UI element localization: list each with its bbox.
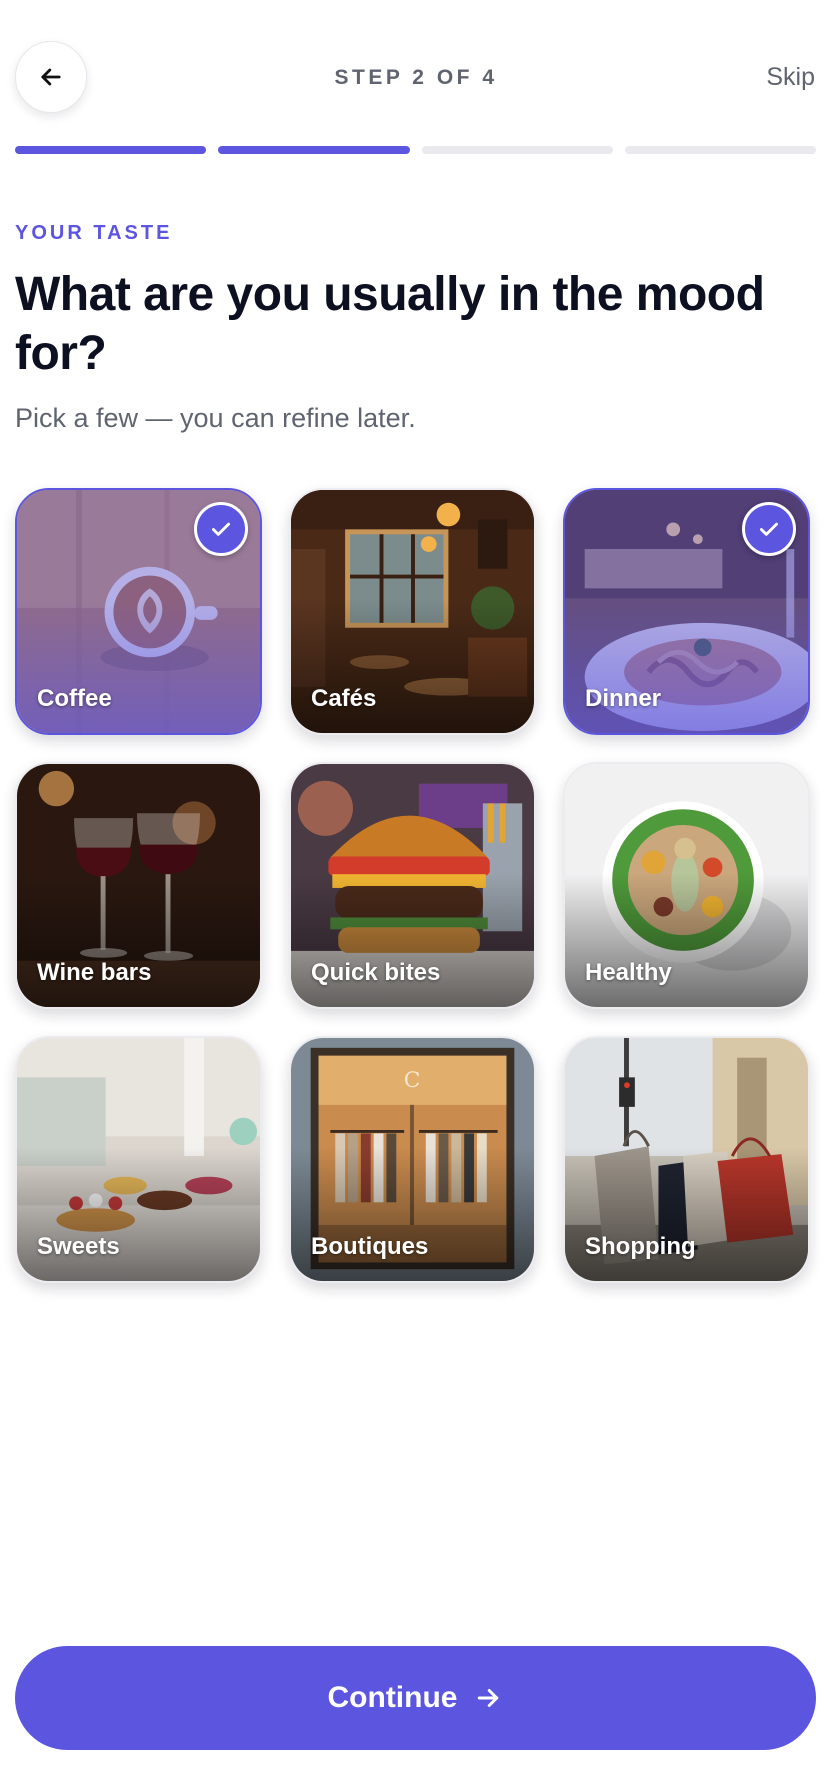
category-label: Coffee bbox=[37, 685, 112, 712]
category-label: Healthy bbox=[585, 959, 672, 986]
category-label: Boutiques bbox=[311, 1233, 429, 1260]
page-title: What are you usually in the mood for? bbox=[15, 268, 765, 380]
category-label: Cafés bbox=[311, 685, 377, 712]
top-bar: STEP 2 OF 4 Skip bbox=[0, 0, 832, 160]
category-tile-boutiques[interactable]: C Boutiques bbox=[289, 1036, 536, 1283]
svg-text:C: C bbox=[404, 1068, 421, 1093]
category-tile-quick-bites[interactable]: Quick bites bbox=[289, 762, 536, 1009]
continue-label: Continue bbox=[327, 1681, 458, 1714]
category-label: Shopping bbox=[585, 1233, 696, 1260]
arrow-right-icon bbox=[478, 1689, 499, 1707]
category-tile-sweets[interactable]: Sweets bbox=[15, 1036, 262, 1283]
category-label: Dinner bbox=[585, 685, 662, 712]
selected-check-icon bbox=[742, 502, 796, 556]
progress-segment-1 bbox=[15, 146, 207, 154]
progress-segment-3 bbox=[421, 146, 613, 154]
selected-check-icon bbox=[194, 502, 248, 556]
category-label: Quick bites bbox=[311, 959, 441, 986]
category-tile-healthy[interactable]: Healthy bbox=[563, 762, 810, 1009]
category-label: Wine bars bbox=[37, 959, 152, 986]
category-tile-coffee[interactable]: Coffee bbox=[15, 488, 262, 735]
category-tile-shopping[interactable]: Shopping bbox=[563, 1036, 810, 1283]
category-tile-dinner[interactable]: Dinner bbox=[563, 488, 810, 735]
progress-bar bbox=[15, 146, 816, 154]
section-eyebrow: YOUR TASTE bbox=[15, 222, 173, 244]
category-grid: Coffee Cafés Dinner Wine bars Quick bite… bbox=[15, 488, 816, 1283]
skip-button[interactable]: Skip bbox=[766, 63, 815, 92]
continue-button[interactable]: Continue bbox=[15, 1646, 816, 1750]
category-tile-wine-bars[interactable]: Wine bars bbox=[15, 762, 262, 1009]
page-subtitle: Pick a few — you can refine later. bbox=[15, 403, 416, 433]
progress-segment-4 bbox=[624, 146, 816, 154]
progress-segment-2 bbox=[218, 146, 410, 154]
category-label: Sweets bbox=[37, 1233, 120, 1260]
category-tile-cafes[interactable]: Cafés bbox=[289, 488, 536, 735]
step-indicator: STEP 2 OF 4 bbox=[334, 66, 498, 89]
